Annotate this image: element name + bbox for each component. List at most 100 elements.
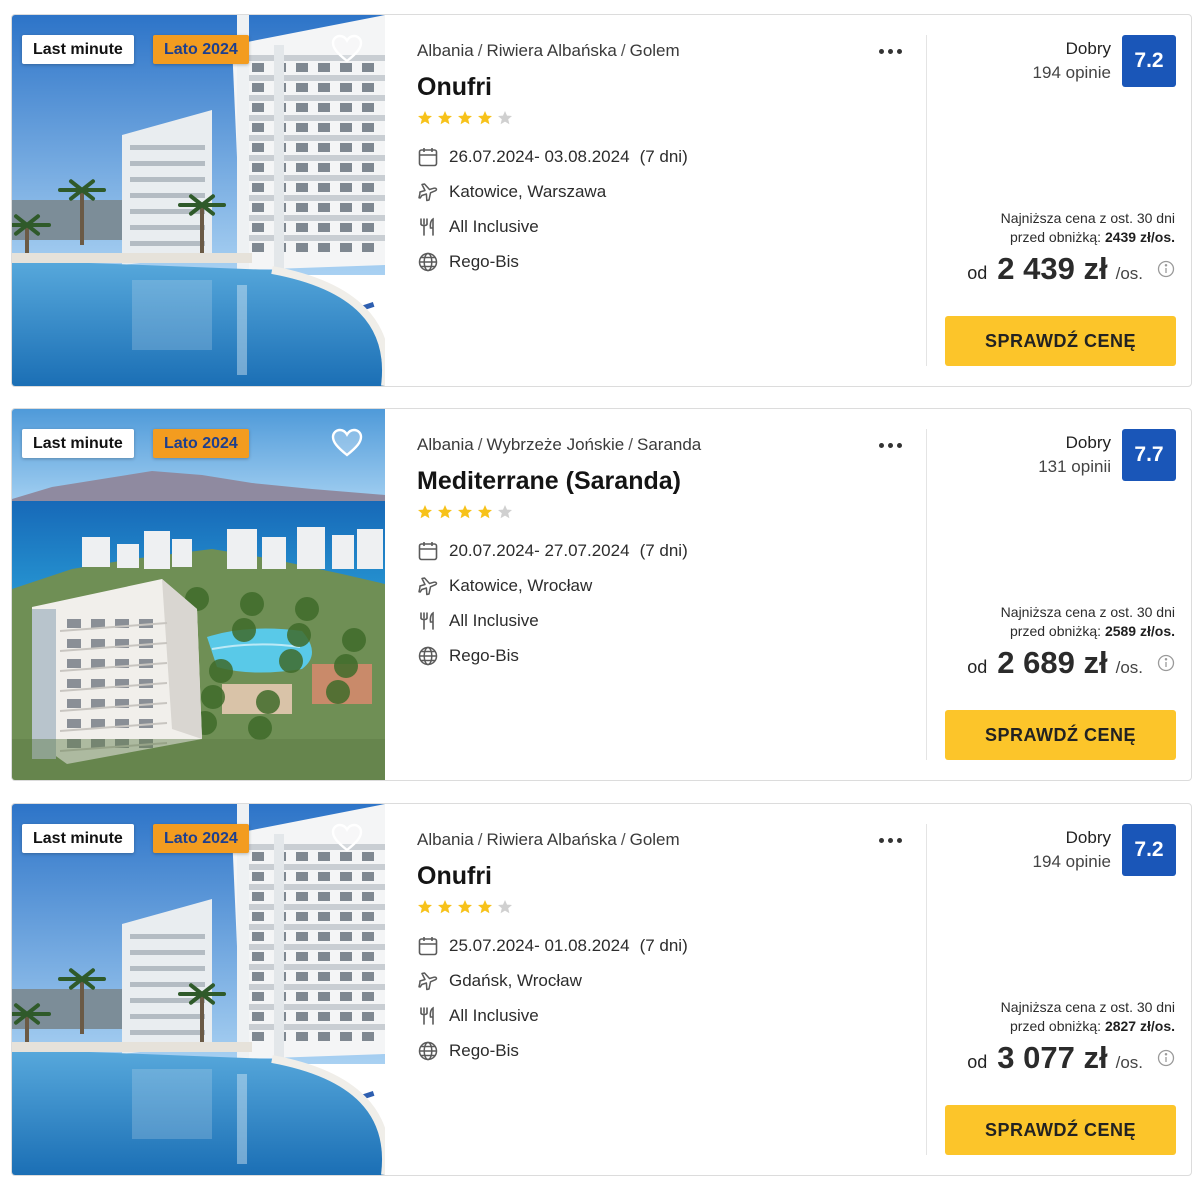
fact-departure: Katowice, Wrocław — [417, 574, 592, 598]
price-column: Dobry 131 opinii 7.7 Najniższa cena z os… — [927, 409, 1191, 780]
breadcrumb-city[interactable]: Golem — [630, 830, 680, 849]
offer-details: Albania / Wybrzeże Jońskie / Saranda Mediter… — [417, 409, 917, 780]
breadcrumb-separator: / — [620, 830, 626, 849]
star-icon — [417, 504, 433, 520]
calendar-icon — [417, 146, 439, 168]
nights-text: (7 dni) — [639, 936, 688, 955]
reviews-count[interactable]: 131 opinii — [1038, 457, 1111, 477]
lowest-price-line1: Najniższa cena z ost. 30 dni — [1000, 210, 1175, 226]
plane-icon — [417, 970, 439, 992]
offer-card: Last minute Lato 2024 Albania / Wybrzeże J… — [11, 408, 1192, 781]
lowest-price-value: 2827 zł/os. — [1104, 1018, 1175, 1034]
plane-icon — [417, 575, 439, 597]
check-price-button[interactable]: SPRAWDŹ CENĘ — [945, 1105, 1176, 1155]
offer-card: Last minute Lato 2024 Albania / Riwiera Al… — [11, 803, 1192, 1176]
breadcrumb-region[interactable]: Wybrzeże Jońskie — [486, 435, 624, 454]
star-icon — [417, 899, 433, 915]
location-breadcrumb: Albania / Riwiera Albańska / Golem — [417, 41, 680, 61]
lowest-price-note: Najniższa cena z ost. 30 dni przed obniż… — [925, 209, 1175, 247]
star-rating — [417, 110, 513, 126]
hotel-name[interactable]: Onufri — [417, 73, 492, 102]
fact-dates: 25.07.2024- 01.08.2024 (7 dni) — [417, 934, 688, 958]
calendar-icon — [417, 935, 439, 957]
breadcrumb-country[interactable]: Albania — [417, 41, 474, 60]
favorite-heart-icon[interactable] — [331, 823, 363, 853]
last-minute-badge: Last minute — [22, 429, 134, 458]
cutlery-icon — [417, 216, 439, 238]
price-unit: /os. — [1115, 264, 1143, 283]
dates-text: 20.07.2024- 27.07.2024 — [449, 541, 630, 560]
star-icon — [497, 899, 513, 915]
price-prefix: od — [967, 657, 988, 677]
star-icon — [477, 110, 493, 126]
dates-text: 26.07.2024- 03.08.2024 — [449, 147, 630, 166]
breadcrumb-city[interactable]: Golem — [630, 41, 680, 60]
info-icon[interactable] — [1157, 260, 1175, 278]
board-text: All Inclusive — [449, 611, 539, 630]
lowest-price-note: Najniższa cena z ost. 30 dni przed obniż… — [925, 603, 1175, 641]
price-amount: 3 077 zł — [997, 1040, 1108, 1075]
rating-label: Dobry — [1065, 828, 1111, 847]
more-options-icon[interactable] — [873, 830, 907, 850]
lowest-price-prefix: przed obniżką: — [1010, 229, 1102, 245]
reviews-count[interactable]: 194 opinie — [1033, 852, 1111, 872]
favorite-heart-icon[interactable] — [331, 428, 363, 458]
breadcrumb-separator: / — [477, 830, 483, 849]
star-icon — [497, 110, 513, 126]
info-icon[interactable] — [1157, 1049, 1175, 1067]
more-options-icon[interactable] — [873, 435, 907, 455]
fact-departure: Gdańsk, Wrocław — [417, 969, 582, 993]
board-text: All Inclusive — [449, 217, 539, 236]
lowest-price-value: 2589 zł/os. — [1104, 623, 1175, 639]
breadcrumb-region[interactable]: Riwiera Albańska — [486, 41, 616, 60]
star-icon — [457, 110, 473, 126]
offer-list: Last minute Lato 2024 Albania / Riwiera Al… — [0, 0, 1202, 1188]
price-prefix: od — [967, 263, 988, 283]
star-rating — [417, 504, 513, 520]
star-icon — [477, 899, 493, 915]
more-options-icon[interactable] — [873, 41, 907, 61]
check-price-button[interactable]: SPRAWDŹ CENĘ — [945, 710, 1176, 760]
lowest-price-line2: przed obniżką: 2589 zł/os. — [925, 622, 1175, 641]
star-icon — [437, 504, 453, 520]
reviews-count[interactable]: 194 opinie — [1033, 63, 1111, 83]
breadcrumb-separator: / — [620, 41, 626, 60]
lowest-price-value: 2439 zł/os. — [1104, 229, 1175, 245]
price-column: Dobry 194 opinie 7.2 Najniższa cena z os… — [927, 804, 1191, 1175]
breadcrumb-region[interactable]: Riwiera Albańska — [486, 830, 616, 849]
hotel-photo[interactable]: Last minute Lato 2024 — [12, 409, 385, 780]
breadcrumb-separator: / — [477, 435, 483, 454]
price-unit: /os. — [1115, 658, 1143, 677]
star-icon — [497, 504, 513, 520]
fact-board: All Inclusive — [417, 609, 539, 633]
favorite-heart-icon[interactable] — [331, 34, 363, 64]
hotel-photo[interactable]: Last minute Lato 2024 — [12, 15, 385, 386]
location-breadcrumb: Albania / Riwiera Albańska / Golem — [417, 830, 680, 850]
hotel-name[interactable]: Onufri — [417, 862, 492, 891]
last-minute-badge: Last minute — [22, 824, 134, 853]
nights-text: (7 dni) — [639, 147, 688, 166]
price-unit: /os. — [1115, 1053, 1143, 1072]
offer-details: Albania / Riwiera Albańska / Golem Onufri 26… — [417, 15, 917, 386]
breadcrumb-country[interactable]: Albania — [417, 435, 474, 454]
operator-text: Rego-Bis — [449, 252, 519, 271]
hotel-name[interactable]: Mediterrane (Saranda) — [417, 467, 681, 496]
hotel-photo[interactable]: Last minute Lato 2024 — [12, 804, 385, 1175]
season-badge: Lato 2024 — [153, 35, 249, 64]
star-icon — [437, 110, 453, 126]
lowest-price-prefix: przed obniżką: — [1010, 1018, 1102, 1034]
fact-operator: Rego-Bis — [417, 1039, 519, 1063]
globe-icon — [417, 251, 439, 273]
info-icon[interactable] — [1157, 654, 1175, 672]
globe-icon — [417, 1040, 439, 1062]
cutlery-icon — [417, 610, 439, 632]
star-icon — [457, 504, 473, 520]
lowest-price-line2: przed obniżką: 2827 zł/os. — [925, 1017, 1175, 1036]
breadcrumb-city[interactable]: Saranda — [637, 435, 701, 454]
offer-card: Last minute Lato 2024 Albania / Riwiera Al… — [11, 14, 1192, 387]
check-price-button[interactable]: SPRAWDŹ CENĘ — [945, 316, 1176, 366]
board-text: All Inclusive — [449, 1006, 539, 1025]
breadcrumb-country[interactable]: Albania — [417, 830, 474, 849]
last-minute-badge: Last minute — [22, 35, 134, 64]
departure-text: Gdańsk, Wrocław — [449, 971, 582, 990]
